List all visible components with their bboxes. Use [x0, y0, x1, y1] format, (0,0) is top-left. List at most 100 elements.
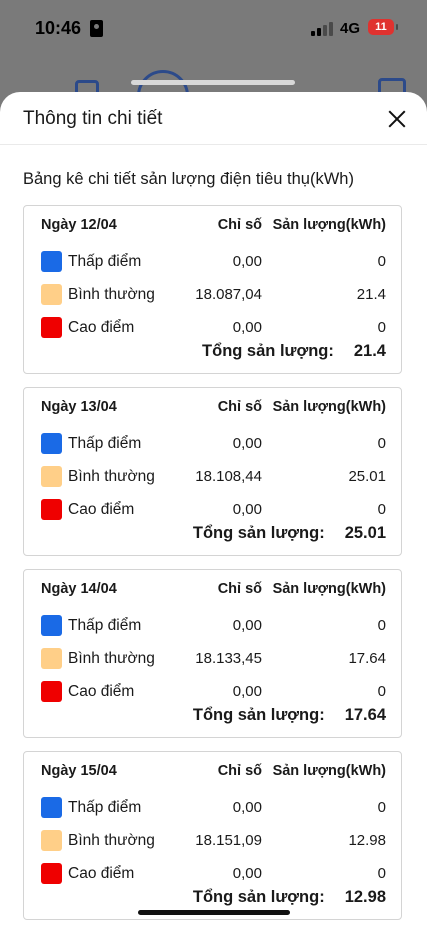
section-title: Bảng kê chi tiết sản lượng điện tiêu thụ…: [23, 170, 354, 188]
row-index: 0,00: [232, 683, 262, 700]
row-index: 0,00: [232, 617, 262, 634]
day-card: Ngày 12/04 Chỉ số Sản lượng(kWh) Thấp điểm 0…: [23, 205, 402, 374]
day-total: Tổng sản lượng: 17.64: [193, 706, 386, 725]
row-label: Cao điểm: [68, 501, 135, 518]
row-label: Thấp điểm: [68, 617, 142, 634]
day-date: Ngày 12/04: [41, 217, 117, 233]
row-label: Bình thường: [68, 468, 155, 485]
row-label: Thấp điểm: [68, 253, 142, 270]
day-card: Ngày 14/04 Chỉ số Sản lượng(kWh) Thấp điểm 0…: [23, 569, 402, 738]
day-total: Tổng sản lượng: 21.4: [202, 342, 386, 361]
row-label: Thấp điểm: [68, 435, 142, 452]
day-total: Tổng sản lượng: 25.01: [193, 524, 386, 543]
low-color-swatch: [41, 615, 62, 636]
peak-color-swatch: [41, 681, 62, 702]
row-label: Cao điểm: [68, 683, 135, 700]
row-output: 21.4: [356, 286, 386, 303]
row-index: 0,00: [232, 253, 262, 270]
background-drag-handle: [131, 80, 295, 85]
output-header: Sản lượng(kWh): [272, 581, 386, 597]
normal-color-swatch: [41, 284, 62, 305]
total-value: 25.01: [344, 524, 386, 542]
status-bar: 10:46 4G 11: [0, 0, 427, 58]
peak-color-swatch: [41, 317, 62, 338]
row-index: 0,00: [232, 435, 262, 452]
index-header: Chỉ số: [217, 763, 262, 779]
index-header: Chỉ số: [217, 217, 262, 233]
low-color-swatch: [41, 433, 62, 454]
close-icon[interactable]: [384, 106, 410, 132]
day-date: Ngày 15/04: [41, 763, 117, 779]
network-type: 4G: [340, 20, 361, 37]
row-low: Thấp điểm 0,00 0: [24, 432, 401, 456]
total-value: 21.4: [353, 342, 386, 360]
peak-color-swatch: [41, 863, 62, 884]
row-output: 0: [377, 319, 386, 336]
row-label: Bình thường: [68, 286, 155, 303]
day-date: Ngày 13/04: [41, 399, 117, 415]
row-output: 12.98: [348, 832, 386, 849]
row-index: 0,00: [232, 799, 262, 816]
row-peak: Cao điểm 0,00 0: [24, 680, 401, 704]
row-output: 0: [377, 683, 386, 700]
output-header: Sản lượng(kWh): [272, 763, 386, 779]
row-output: 0: [377, 799, 386, 816]
row-label: Cao điểm: [68, 865, 135, 882]
day-card: Ngày 15/04 Chỉ số Sản lượng(kWh) Thấp điểm 0…: [23, 751, 402, 920]
total-value: 17.64: [344, 706, 386, 724]
row-peak: Cao điểm 0,00 0: [24, 498, 401, 522]
normal-color-swatch: [41, 466, 62, 487]
row-output: 0: [377, 865, 386, 882]
row-output: 0: [377, 617, 386, 634]
row-label: Thấp điểm: [68, 799, 142, 816]
row-low: Thấp điểm 0,00 0: [24, 614, 401, 638]
peak-color-swatch: [41, 499, 62, 520]
row-label: Bình thường: [68, 650, 155, 667]
signal-icon: [311, 22, 335, 36]
normal-color-swatch: [41, 830, 62, 851]
total-value: 12.98: [344, 888, 386, 906]
row-output: 17.64: [348, 650, 386, 667]
sheet-title: Thông tin chi tiết: [23, 108, 163, 129]
output-header: Sản lượng(kWh): [272, 217, 386, 233]
output-header: Sản lượng(kWh): [272, 399, 386, 415]
row-index: 0,00: [232, 319, 262, 336]
total-label: Tổng sản lượng:: [202, 342, 334, 360]
battery-icon: 11: [368, 19, 398, 35]
index-header: Chỉ số: [217, 399, 262, 415]
row-output: 25.01: [348, 468, 386, 485]
row-index: 18.151,09: [195, 832, 262, 849]
row-peak: Cao điểm 0,00 0: [24, 316, 401, 340]
row-index: 0,00: [232, 865, 262, 882]
id-card-icon: [90, 20, 103, 37]
total-label: Tổng sản lượng:: [192, 706, 325, 724]
row-normal: Bình thường 18.087,04 21.4: [24, 283, 401, 307]
row-normal: Bình thường 18.151,09 12.98: [24, 829, 401, 853]
status-time: 10:46: [35, 18, 82, 38]
home-indicator: [138, 910, 290, 915]
row-label: Cao điểm: [68, 319, 135, 336]
row-low: Thấp điểm 0,00 0: [24, 250, 401, 274]
row-output: 0: [377, 435, 386, 452]
row-index: 0,00: [232, 501, 262, 518]
detail-sheet: Thông tin chi tiết Bảng kê chi tiết sản …: [0, 92, 427, 925]
row-normal: Bình thường 18.108,44 25.01: [24, 465, 401, 489]
row-output: 0: [377, 253, 386, 270]
total-label: Tổng sản lượng:: [192, 524, 325, 542]
low-color-swatch: [41, 797, 62, 818]
day-total: Tổng sản lượng: 12.98: [193, 888, 386, 907]
low-color-swatch: [41, 251, 62, 272]
row-output: 0: [377, 501, 386, 518]
total-label: Tổng sản lượng:: [192, 888, 325, 906]
row-low: Thấp điểm 0,00 0: [24, 796, 401, 820]
sheet-header: Thông tin chi tiết: [0, 92, 427, 145]
day-date: Ngày 14/04: [41, 581, 117, 597]
row-index: 18.108,44: [195, 468, 262, 485]
row-normal: Bình thường 18.133,45 17.64: [24, 647, 401, 671]
row-index: 18.133,45: [195, 650, 262, 667]
row-label: Bình thường: [68, 832, 155, 849]
normal-color-swatch: [41, 648, 62, 669]
row-peak: Cao điểm 0,00 0: [24, 862, 401, 886]
day-card: Ngày 13/04 Chỉ số Sản lượng(kWh) Thấp điểm 0…: [23, 387, 402, 556]
row-index: 18.087,04: [195, 286, 262, 303]
